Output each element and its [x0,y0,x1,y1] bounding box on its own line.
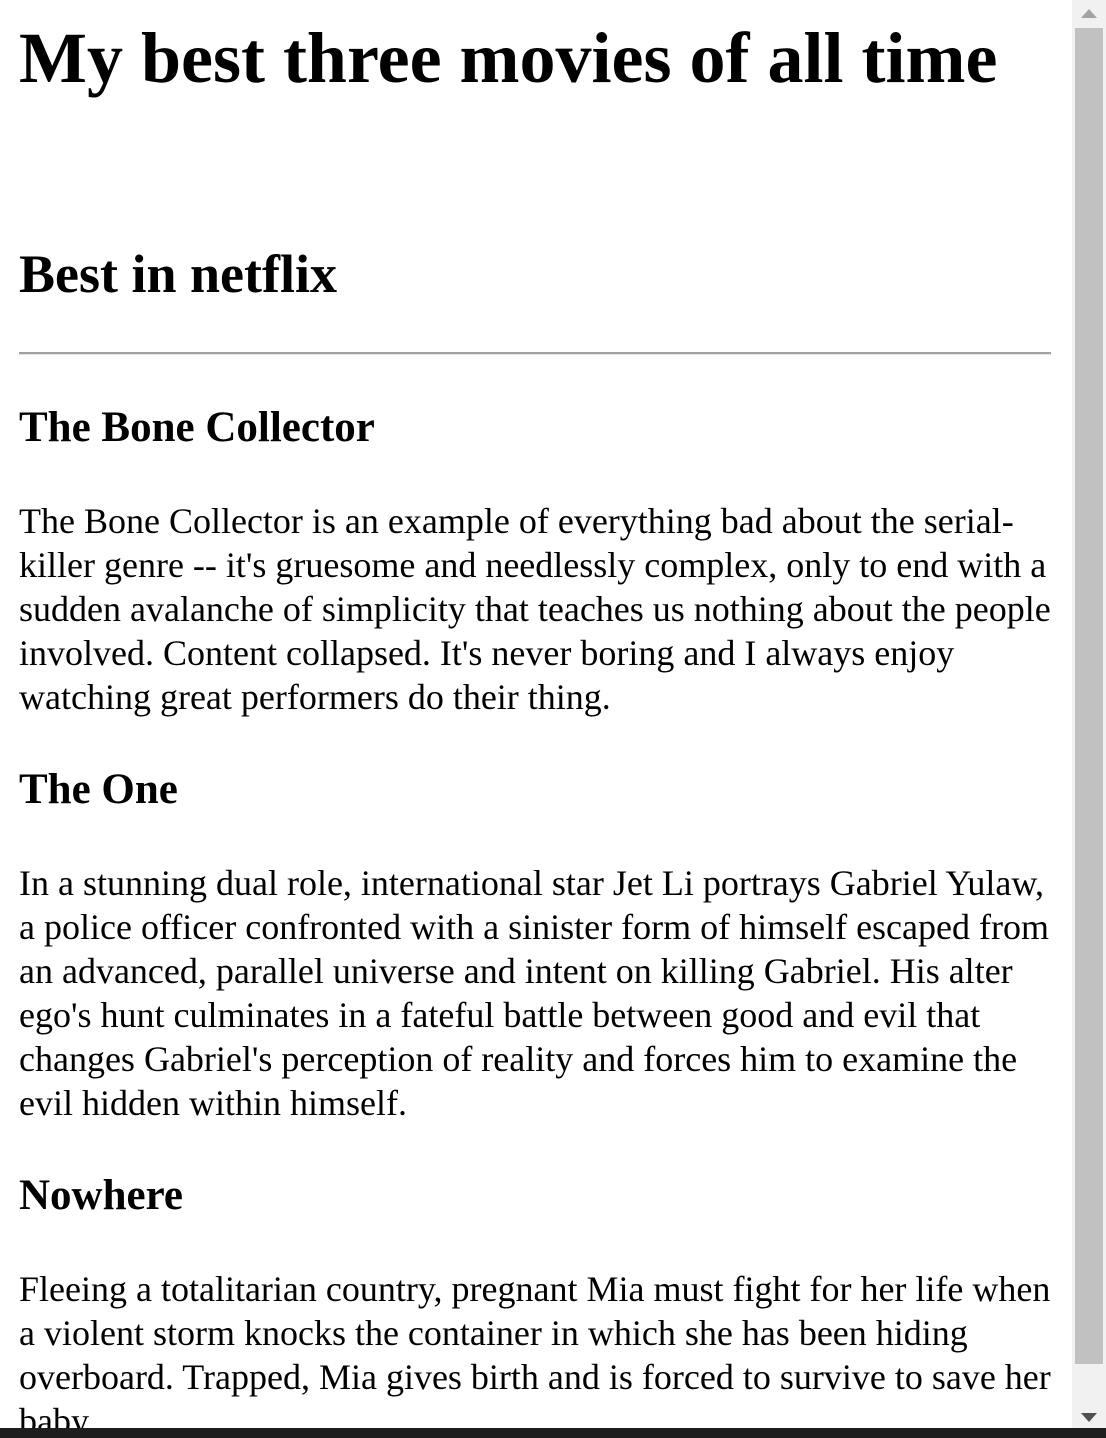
movie-title: The One [19,766,178,813]
vertical-scrollbar[interactable] [1072,0,1106,1428]
scroll-down-arrow-icon[interactable] [1072,1404,1106,1430]
scroll-up-arrow-icon[interactable] [1072,0,1106,26]
page-viewport: My best three movies of all time Best in… [0,0,1072,1428]
movie-description: The Bone Collector is an example of ever… [19,501,1051,717]
movie-title: The Bone Collector [19,404,375,451]
page-title: My best three movies of all time [19,18,998,98]
scrollbar-thumb[interactable] [1075,28,1103,1364]
movie-title: Nowhere [19,1172,184,1219]
movie-description: Fleeing a totalitarian country, pregnant… [19,1269,1051,1428]
section-divider [19,352,1051,355]
movie-description: In a stunning dual role, international s… [19,863,1049,1123]
page-subtitle: Best in netflix [19,244,337,304]
window-bottom-edge [0,1428,1106,1438]
